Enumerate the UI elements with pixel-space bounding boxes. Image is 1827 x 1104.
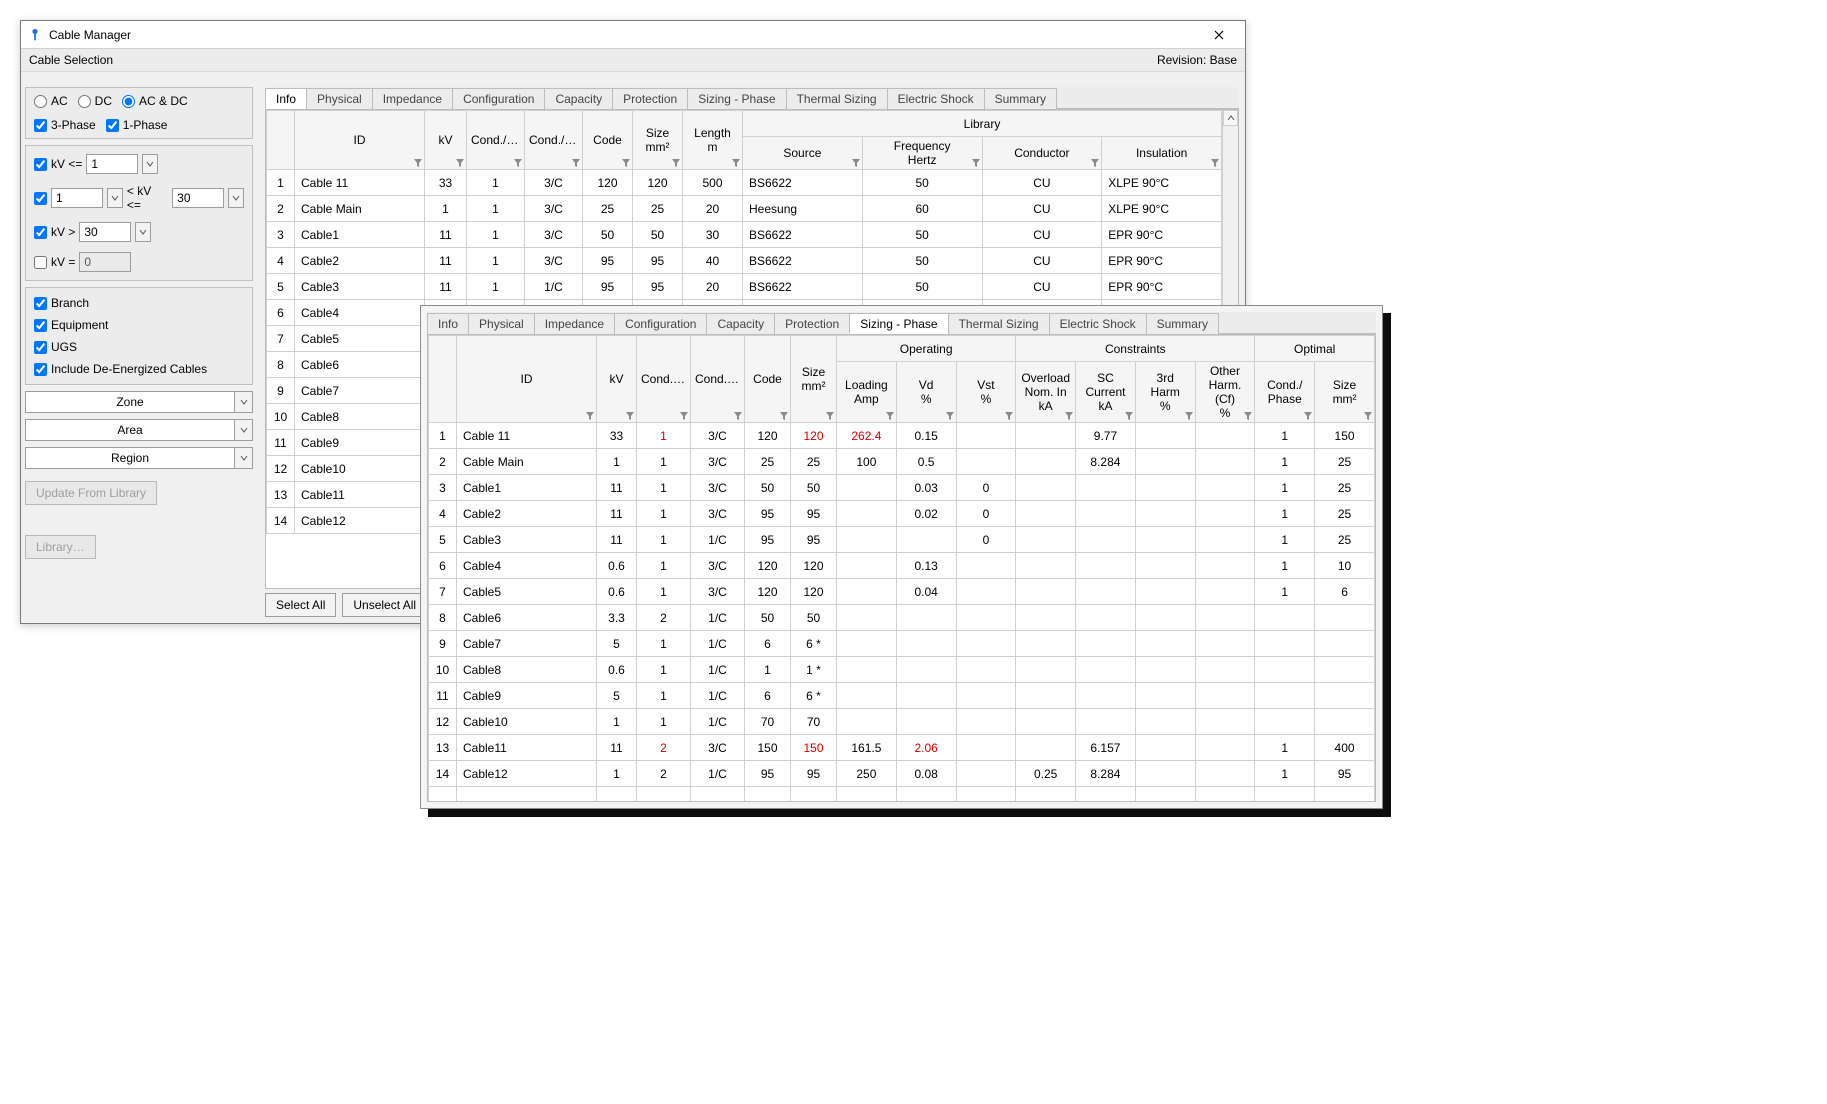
select-all-button[interactable]: Select All bbox=[265, 593, 336, 617]
chevron-down-icon bbox=[234, 392, 252, 412]
radio-dc[interactable]: DC bbox=[78, 94, 112, 108]
table-row[interactable]: 3Cable11113/C50500.030125 bbox=[429, 475, 1375, 501]
close-button[interactable] bbox=[1199, 23, 1239, 47]
table-row[interactable]: 6Cable40.613/C1201200.13110 bbox=[429, 553, 1375, 579]
table-row[interactable]: 5Cable31111/C959520BS662250CUEPR 90°C bbox=[267, 274, 1222, 300]
area-combo[interactable]: Area bbox=[25, 419, 253, 441]
kv-filter-panel: kV <= < kV <= kV > kV = bbox=[25, 145, 253, 281]
tab-thermal-sizing[interactable]: Thermal Sizing bbox=[786, 88, 888, 109]
window-title: Cable Manager bbox=[49, 28, 1199, 42]
kv-gt-input[interactable] bbox=[79, 222, 131, 242]
tab-capacity[interactable]: Capacity bbox=[706, 313, 775, 334]
tab-impedance[interactable]: Impedance bbox=[372, 88, 453, 109]
tab-capacity[interactable]: Capacity bbox=[544, 88, 613, 109]
kv-eq-input bbox=[79, 252, 131, 272]
float-tabs: InfoPhysicalImpedanceConfigurationCapaci… bbox=[427, 312, 1376, 334]
check-3phase[interactable]: 3-Phase bbox=[34, 118, 96, 132]
check-1phase[interactable]: 1-Phase bbox=[106, 118, 168, 132]
region-combo[interactable]: Region bbox=[25, 447, 253, 469]
zone-combo[interactable]: Zone bbox=[25, 391, 253, 413]
cable-selection-label: Cable Selection bbox=[29, 53, 113, 67]
kv-between-dd2[interactable] bbox=[228, 188, 244, 208]
check-ugs[interactable]: UGS bbox=[34, 340, 244, 354]
kv-lte-dropdown[interactable] bbox=[142, 154, 158, 174]
filters-sidebar: AC DC AC & DC 3-Phase 1-Phase kV <= < kV… bbox=[25, 87, 253, 619]
tab-summary[interactable]: Summary bbox=[984, 88, 1057, 109]
check-kv-gt[interactable]: kV > bbox=[34, 225, 75, 239]
kv-between-dd1[interactable] bbox=[107, 188, 123, 208]
table-row[interactable]: 12Cable10111/C7070 bbox=[429, 709, 1375, 735]
tab-sizing-phase[interactable]: Sizing - Phase bbox=[687, 88, 786, 109]
radio-acdc[interactable]: AC & DC bbox=[122, 94, 188, 108]
tab-protection[interactable]: Protection bbox=[774, 313, 850, 334]
table-row[interactable]: 5Cable31111/C95950125 bbox=[429, 527, 1375, 553]
radio-ac[interactable]: AC bbox=[34, 94, 68, 108]
tab-configuration[interactable]: Configuration bbox=[614, 313, 707, 334]
table-row[interactable]: 2Cable Main113/C25251000.58.284125 bbox=[429, 449, 1375, 475]
tab-physical[interactable]: Physical bbox=[306, 88, 373, 109]
update-from-library-button[interactable]: Update From Library bbox=[25, 481, 157, 505]
scroll-up-button[interactable] bbox=[1223, 110, 1238, 126]
sizing-phase-window: InfoPhysicalImpedanceConfigurationCapaci… bbox=[420, 305, 1383, 809]
tab-electric-shock[interactable]: Electric Shock bbox=[887, 88, 985, 109]
library-button[interactable]: Library… bbox=[25, 535, 96, 559]
table-row[interactable]: 9Cable7511/C66 * bbox=[429, 631, 1375, 657]
source-type-panel: AC DC AC & DC 3-Phase 1-Phase bbox=[25, 87, 253, 139]
tab-summary[interactable]: Summary bbox=[1146, 313, 1219, 334]
table-row[interactable]: 13Cable111123/C150150161.52.066.1571400 bbox=[429, 735, 1375, 761]
app-icon bbox=[27, 27, 43, 43]
table-row[interactable]: 4Cable21113/C959540BS662250CUEPR 90°C bbox=[267, 248, 1222, 274]
table-row[interactable]: 7Cable50.613/C1201200.0416 bbox=[429, 579, 1375, 605]
sizing-grid[interactable]: IDkVCond./PhaseCond./CableCodeSizemm²Ope… bbox=[428, 335, 1375, 802]
check-branch[interactable]: Branch bbox=[34, 296, 244, 310]
chevron-down-icon bbox=[234, 448, 252, 468]
table-row[interactable]: 11Cable9511/C66 * bbox=[429, 683, 1375, 709]
tab-electric-shock[interactable]: Electric Shock bbox=[1049, 313, 1147, 334]
unselect-all-button[interactable]: Unselect All bbox=[342, 593, 427, 617]
kv-between-input2[interactable] bbox=[172, 188, 224, 208]
table-row[interactable]: 8Cable63.321/C5050 bbox=[429, 605, 1375, 631]
check-kv-between[interactable] bbox=[34, 192, 47, 205]
tab-info[interactable]: Info bbox=[265, 88, 307, 109]
check-kv-eq[interactable]: kV = bbox=[34, 255, 75, 269]
check-deenergized[interactable]: Include De-Energized Cables bbox=[34, 362, 244, 376]
tab-thermal-sizing[interactable]: Thermal Sizing bbox=[948, 313, 1050, 334]
table-row[interactable]: 2Cable Main113/C252520Heesung60CUXLPE 90… bbox=[267, 196, 1222, 222]
table-row[interactable]: 4Cable21113/C95950.020125 bbox=[429, 501, 1375, 527]
table-row[interactable]: 1Cable 113313/C120120262.40.159.771150 bbox=[429, 423, 1375, 449]
include-flags-panel: Branch Equipment UGS Include De-Energize… bbox=[25, 287, 253, 385]
kv-between-input1[interactable] bbox=[51, 188, 103, 208]
sizing-grid-wrap: IDkVCond./PhaseCond./CableCodeSizemm²Ope… bbox=[427, 334, 1376, 802]
main-tabs: InfoPhysicalImpedanceConfigurationCapaci… bbox=[265, 87, 1239, 109]
tab-physical[interactable]: Physical bbox=[468, 313, 535, 334]
table-row[interactable]: 1Cable 113313/C120120500BS662250CUXLPE 9… bbox=[267, 170, 1222, 196]
tab-impedance[interactable]: Impedance bbox=[534, 313, 615, 334]
selection-buttons: Select All Unselect All bbox=[265, 593, 427, 617]
kv-between-label: < kV <= bbox=[127, 184, 168, 212]
kv-lte-input[interactable] bbox=[86, 154, 138, 174]
subheader-bar: Cable Selection Revision: Base bbox=[21, 49, 1245, 72]
check-kv-lte[interactable]: kV <= bbox=[34, 157, 82, 171]
kv-gt-dropdown[interactable] bbox=[135, 222, 151, 242]
revision-label: Revision: Base bbox=[1157, 53, 1237, 67]
tab-protection[interactable]: Protection bbox=[612, 88, 688, 109]
check-equipment[interactable]: Equipment bbox=[34, 318, 244, 332]
table-row[interactable]: 10Cable80.611/C11 * bbox=[429, 657, 1375, 683]
tab-info[interactable]: Info bbox=[427, 313, 469, 334]
tab-sizing-phase[interactable]: Sizing - Phase bbox=[849, 313, 948, 334]
tab-configuration[interactable]: Configuration bbox=[452, 88, 545, 109]
table-row[interactable]: 3Cable11113/C505030BS662250CUEPR 90°C bbox=[267, 222, 1222, 248]
chevron-down-icon bbox=[234, 420, 252, 440]
table-row[interactable]: 14Cable12121/C95952500.080.258.284195 bbox=[429, 761, 1375, 787]
titlebar: Cable Manager bbox=[21, 21, 1245, 49]
